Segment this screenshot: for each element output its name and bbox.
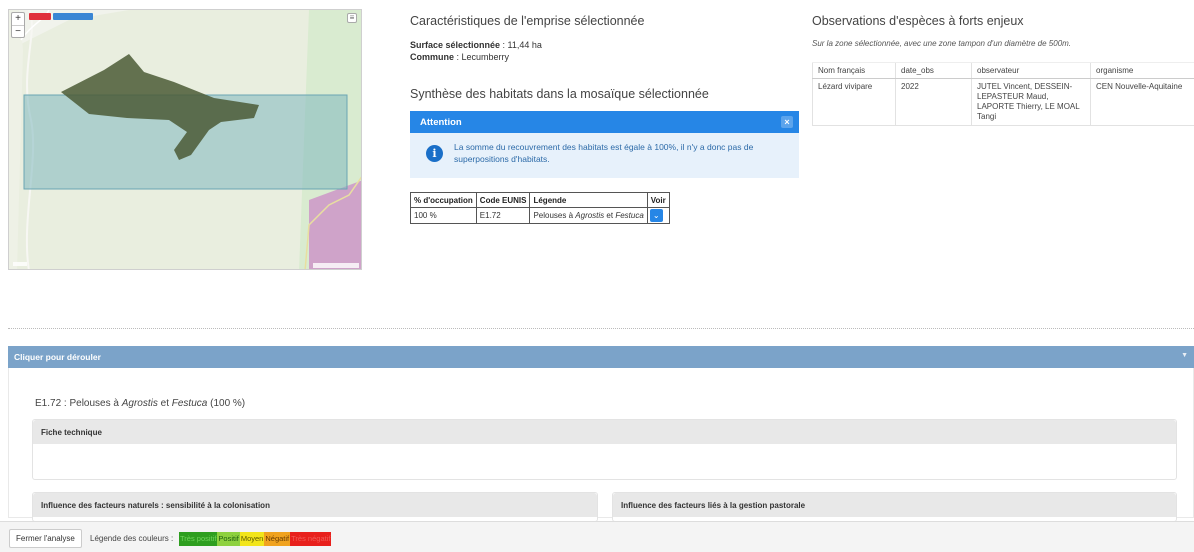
close-analysis-button[interactable]: Fermer l'analyse	[9, 529, 82, 548]
legend-genus-2: Festuca	[615, 211, 644, 220]
fiche-technique-title: Fiche technique	[33, 420, 1176, 444]
habitat-genus-1: Agrostis	[121, 398, 158, 409]
color-legend: Très positif Positif Moyen Négatif Très …	[179, 532, 332, 546]
legend-tres-positif: Très positif	[179, 532, 218, 546]
zoom-out-button[interactable]: −	[12, 25, 24, 37]
alert-title: Attention	[420, 117, 462, 128]
cell-observateur: JUTEL Vincent, DESSEIN-LEPASTEUR Maud, L…	[971, 78, 1091, 126]
accordion-label: Cliquer pour dérouler	[14, 352, 101, 362]
footer-bar: Fermer l'analyse Légende des couleurs : …	[0, 521, 1194, 552]
legend-text: Pelouses à	[533, 211, 576, 220]
natural-factors-title: Influence des facteurs naturels : sensib…	[33, 493, 597, 517]
col-code-eunis: Code EUNIS	[475, 192, 531, 208]
habitat-code: E1.72 : Pelouses à	[35, 398, 122, 409]
col-legende: Légende	[529, 192, 648, 208]
legend-negatif: Négatif	[264, 532, 291, 546]
observations-title: Observations d'espèces à forts enjeux	[812, 14, 1024, 28]
col-voir: Voir	[646, 192, 670, 208]
legend-moyen: Moyen	[239, 532, 265, 546]
section-divider	[8, 328, 1194, 329]
legend-label: Légende des couleurs :	[90, 534, 174, 543]
layers-icon[interactable]: ≡	[347, 13, 357, 23]
map-view[interactable]: + − ≡	[8, 9, 362, 270]
legend-genus-1: Agrostis	[575, 211, 605, 220]
natural-factors-card: Influence des facteurs naturels : sensib…	[32, 492, 598, 522]
legend-tres-negatif: Très négatif	[290, 532, 332, 546]
pastoral-factors-title: Influence des facteurs liés à la gestion…	[613, 493, 1176, 517]
habitats-table: % d'occupation Code EUNIS Légende Voir 1…	[410, 192, 670, 224]
cell-legende: Pelouses à Agrostis et Festuca	[529, 207, 648, 224]
cell-voir: ⌄	[646, 207, 670, 224]
zoom-in-button[interactable]: +	[12, 13, 24, 25]
commune-label: Commune	[410, 52, 455, 62]
surface-value: : 11,44 ha	[500, 40, 542, 50]
surface-line: Surface sélectionnée : 11,44 ha	[410, 40, 542, 50]
col-date-obs: date_obs	[895, 62, 972, 79]
info-icon: i	[426, 145, 443, 162]
fiche-technique-card: Fiche technique	[32, 419, 1177, 480]
chevron-down-icon[interactable]: ⌄	[649, 209, 663, 222]
cell-nom: Lézard vivipare	[812, 78, 896, 126]
col-organisme: organisme	[1090, 62, 1194, 79]
legend-positif: Positif	[217, 532, 240, 546]
legend-and: et	[604, 211, 616, 220]
habitats-title: Synthèse des habitats dans la mosaïque s…	[410, 87, 709, 101]
commune-value: : Lecumberry	[454, 52, 510, 62]
accordion-toggle[interactable]: Cliquer pour dérouler ▼	[8, 346, 1194, 368]
alert-header: Attention ×	[410, 111, 799, 133]
attention-alert: Attention × i La somme du recouvrement d…	[410, 111, 799, 178]
close-icon[interactable]: ×	[781, 116, 793, 128]
commune-line: Commune : Lecumberry	[410, 52, 509, 62]
map-layer-tag-blue[interactable]	[53, 13, 93, 20]
map-scale	[13, 262, 27, 266]
cell-occupation: 100 %	[410, 207, 477, 224]
table-row: Lézard vivipare 2022 JUTEL Vincent, DESS…	[812, 78, 1194, 126]
table-row: 100 % E1.72 Pelouses à Agrostis et Festu…	[410, 207, 670, 224]
cell-date: 2022	[895, 78, 972, 126]
habitat-and: et	[157, 398, 172, 409]
cell-code: E1.72	[475, 207, 531, 224]
caret-down-icon: ▼	[1181, 352, 1188, 359]
alert-text: La somme du recouvrement des habitats es…	[454, 142, 754, 164]
cell-organisme: CEN Nouvelle-Aquitaine	[1090, 78, 1194, 126]
zoom-control: + −	[11, 12, 25, 38]
accordion-body: E1.72 : Pelouses à Agrostis et Festuca (…	[8, 368, 1194, 522]
col-occupation: % d'occupation	[410, 192, 477, 208]
pastoral-factors-card: Influence des facteurs liés à la gestion…	[612, 492, 1177, 522]
alert-body: i La somme du recouvrement des habitats …	[410, 133, 799, 178]
map-layer-tag-red[interactable]	[29, 13, 51, 20]
observations-subtitle: Sur la zone sélectionnée, avec une zone …	[812, 39, 1072, 48]
observations-table: Nom français date_obs observateur organi…	[812, 62, 1194, 126]
col-nom-francais: Nom français	[812, 62, 896, 79]
habitat-pct: (100 %)	[207, 398, 246, 409]
selection-title: Caractéristiques de l'emprise sélectionn…	[410, 14, 645, 28]
map-attribution	[313, 263, 359, 268]
col-observateur: observateur	[971, 62, 1091, 79]
surface-label: Surface sélectionnée	[410, 40, 501, 50]
map-canvas[interactable]	[9, 10, 362, 270]
habitat-genus-2: Festuca	[171, 398, 208, 409]
habitat-heading: E1.72 : Pelouses à Agrostis et Festuca (…	[35, 398, 245, 409]
